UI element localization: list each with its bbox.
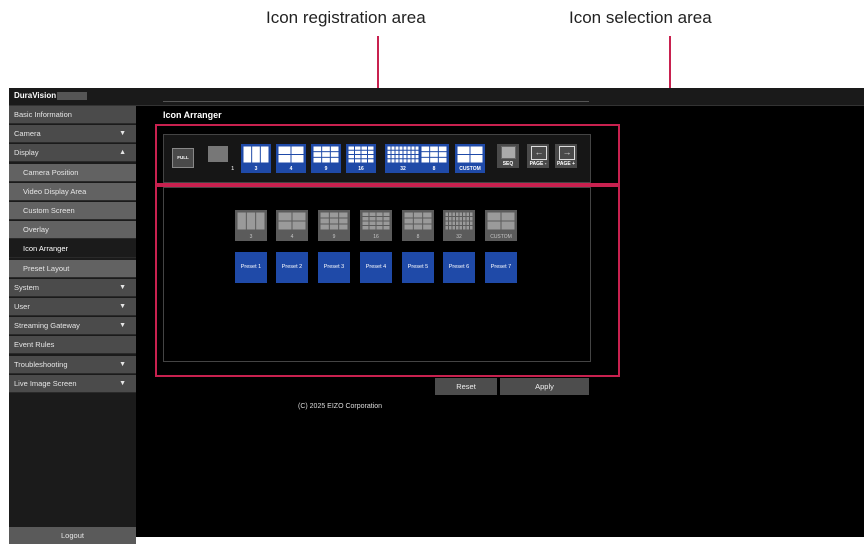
sidebar-item-label: Troubleshooting — [14, 359, 68, 369]
sidebar-item-label: System — [14, 282, 40, 292]
chevron-down-icon: ▼ — [119, 360, 126, 368]
sidebar-item-user[interactable]: User ▼ — [9, 298, 136, 316]
sidebar-item-live-image-screen[interactable]: Live Image Screen ▼ — [9, 374, 136, 393]
chevron-down-icon: ▼ — [119, 322, 126, 330]
brand-logo: DuraVision — [14, 91, 57, 100]
device-name-badge — [57, 92, 87, 100]
sidebar-item-camera[interactable]: Camera ▼ — [9, 125, 136, 144]
chevron-down-icon: ▼ — [119, 379, 126, 387]
sidebar-item-troubleshooting[interactable]: Troubleshooting ▼ — [9, 355, 136, 374]
copyright-text: (C) 2025 EIZO Corporation — [298, 403, 383, 410]
sidebar-item-preset-layout[interactable]: Preset Layout — [9, 259, 136, 278]
sidebar-item-label: Event Rules — [14, 340, 55, 350]
callout-registration-label: Icon registration area — [266, 8, 426, 27]
sidebar-item-icon-arranger[interactable]: Icon Arranger — [9, 240, 136, 259]
registration-highlight-frame — [155, 124, 620, 187]
selection-highlight-frame — [155, 183, 620, 377]
sidebar-item-label: User — [14, 302, 30, 311]
sidebar-item-label: Display — [14, 148, 39, 158]
page-title: Icon Arranger — [163, 110, 222, 120]
sidebar-item-overlay[interactable]: Overlay — [9, 221, 136, 240]
logout-button[interactable]: Logout — [9, 527, 136, 544]
sidebar-item-label: Overlay — [23, 225, 49, 235]
sidebar-item-camera-position[interactable]: Camera Position — [9, 163, 136, 182]
sidebar-item-label: Camera Position — [23, 167, 79, 177]
callout-selection-label: Icon selection area — [569, 8, 712, 27]
sidebar-item-label: Icon Arranger — [23, 244, 69, 254]
chevron-down-icon: ▼ — [119, 283, 126, 291]
sidebar-item-label: Custom Screen — [23, 206, 75, 215]
top-bar: DuraVision — [9, 88, 864, 106]
sidebar-item-streaming-gateway[interactable]: Streaming Gateway ▼ — [9, 317, 136, 336]
sidebar-item-event-rules[interactable]: Event Rules — [9, 336, 136, 355]
chevron-down-icon: ▼ — [119, 130, 126, 138]
sidebar: Basic Information Camera ▼ Display ▲ Camera P… — [9, 106, 136, 544]
reset-button[interactable]: Reset — [435, 378, 497, 395]
sidebar-item-label: Live Image Screen — [14, 378, 77, 388]
sidebar-item-label: Streaming Gateway — [14, 321, 80, 331]
sidebar-item-label: Basic Information — [14, 110, 72, 119]
chevron-up-icon: ▲ — [119, 149, 126, 157]
title-divider — [163, 101, 589, 102]
sidebar-item-label: Video Display Area — [23, 186, 87, 196]
apply-button[interactable]: Apply — [500, 378, 589, 395]
sidebar-item-label: Preset Layout — [23, 263, 70, 273]
sidebar-item-system[interactable]: System ▼ — [9, 278, 136, 297]
sidebar-item-video-display-area[interactable]: Video Display Area — [9, 182, 136, 201]
chevron-down-icon: ▼ — [119, 303, 126, 310]
sidebar-item-custom-screen[interactable]: Custom Screen — [9, 202, 136, 220]
sidebar-item-basic-information[interactable]: Basic Information — [9, 106, 136, 124]
sidebar-item-label: Camera — [14, 129, 41, 139]
sidebar-item-display[interactable]: Display ▲ — [9, 144, 136, 163]
